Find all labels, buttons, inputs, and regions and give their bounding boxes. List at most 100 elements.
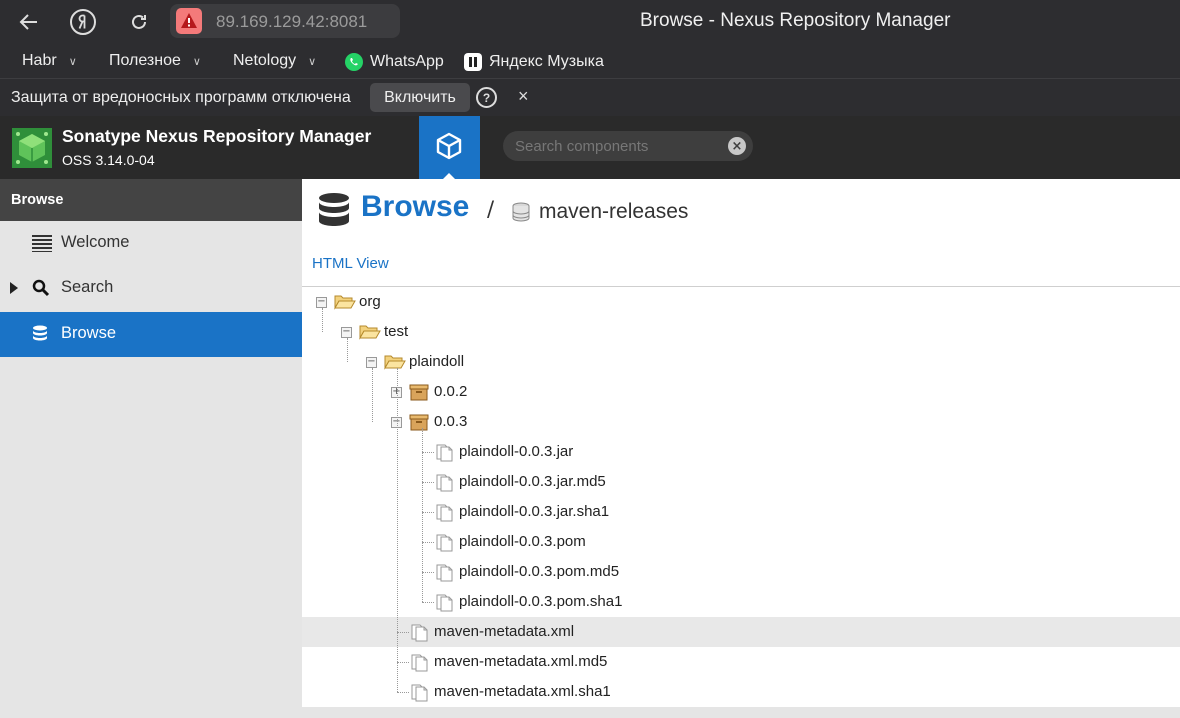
- back-arrow-icon[interactable]: [14, 7, 44, 37]
- chevron-down-icon: ∨: [192, 55, 201, 68]
- tree-connector: [422, 452, 434, 453]
- app-version: OSS 3.14.0-04: [62, 152, 155, 168]
- tree-node-label: org: [359, 293, 381, 310]
- bookmark-whatsapp[interactable]: WhatsApp: [344, 52, 444, 72]
- sidebar-item-browse[interactable]: Browse: [0, 312, 302, 357]
- collapse-node-icon[interactable]: −: [341, 327, 352, 338]
- tree-node[interactable]: plaindoll-0.0.3.jar: [302, 437, 1180, 467]
- collapse-node-icon[interactable]: −: [366, 357, 377, 368]
- help-icon[interactable]: ?: [476, 87, 497, 108]
- tree-node-label: 0.0.3: [434, 413, 468, 430]
- file-icon: [409, 624, 429, 646]
- tree-node-label: maven-metadata.xml.sha1: [434, 683, 611, 700]
- breadcrumb-browse[interactable]: Browse: [361, 190, 469, 224]
- tree-node-label: plaindoll-0.0.3.pom.md5: [459, 563, 620, 580]
- clear-search-icon[interactable]: ×: [728, 137, 746, 155]
- file-icon: [409, 684, 429, 706]
- expand-triangle-icon[interactable]: [10, 282, 18, 294]
- tree-node[interactable]: − test: [302, 317, 1180, 347]
- file-icon: [434, 594, 454, 616]
- tree-node-label: plaindoll: [409, 353, 465, 370]
- component-box-icon: [409, 384, 429, 405]
- tree-node-label: plaindoll-0.0.3.jar.sha1: [459, 503, 610, 520]
- cube-icon: [436, 132, 462, 160]
- tree-connector: [422, 512, 434, 513]
- search-components-box[interactable]: ×: [503, 131, 753, 161]
- folder-open-icon: [359, 324, 381, 344]
- tree-node-label: plaindoll-0.0.3.pom: [459, 533, 586, 550]
- nexus-logo-icon: [12, 128, 52, 168]
- bookmark-yandex-music[interactable]: Яндекс Музыка: [463, 52, 604, 72]
- tree-connector: [397, 368, 398, 692]
- database-icon: [33, 325, 47, 341]
- tree-node-label: plaindoll-0.0.3.jar.md5: [459, 473, 606, 490]
- enable-protection-button[interactable]: Включить: [370, 83, 470, 112]
- database-icon: [319, 193, 349, 226]
- tree-node-label: maven-metadata.xml.md5: [434, 653, 608, 670]
- repository-icon: [512, 202, 530, 222]
- bookmark-label: Полезное: [109, 52, 181, 69]
- sidebar-item-label: Browse: [61, 324, 117, 342]
- yandex-logo-icon[interactable]: [68, 7, 98, 37]
- tree-node[interactable]: maven-metadata.xml.md5: [302, 647, 1180, 677]
- tree-connector: [372, 368, 373, 422]
- bookmark-label: Netology: [233, 52, 297, 69]
- tree-node[interactable]: − org: [302, 287, 1180, 317]
- folder-open-icon: [384, 354, 406, 374]
- bookmark-poleznoe[interactable]: Полезное ∨: [109, 52, 201, 70]
- tree-node-label: plaindoll-0.0.3.jar: [459, 443, 574, 460]
- security-infobar: Защита от вредоносных программ отключена…: [0, 78, 1180, 116]
- tree-connector: [422, 602, 434, 603]
- tree-node[interactable]: +0.0.2: [302, 377, 1180, 407]
- tree-node-label: 0.0.2: [434, 383, 468, 400]
- tree-node[interactable]: plaindoll-0.0.3.jar.sha1: [302, 497, 1180, 527]
- component-box-icon: [409, 414, 429, 435]
- chevron-down-icon: ∨: [68, 55, 77, 68]
- address-bar[interactable]: 89.169.129.42:8081: [170, 4, 400, 38]
- sidebar-item-label: Search: [61, 278, 114, 296]
- sidebar-heading: Browse: [0, 179, 302, 221]
- tree-connector: [422, 542, 434, 543]
- browse-mode-button[interactable]: [419, 116, 480, 179]
- address-text[interactable]: 89.169.129.42:8081: [216, 12, 367, 32]
- bookmark-netology[interactable]: Netology ∨: [233, 52, 316, 70]
- tree-node[interactable]: plaindoll-0.0.3.pom.sha1: [302, 587, 1180, 617]
- html-view-link[interactable]: HTML View: [312, 255, 389, 272]
- breadcrumb-separator: /: [487, 197, 495, 221]
- list-icon: [32, 235, 52, 252]
- reload-icon[interactable]: [124, 7, 154, 37]
- tree-node-label: plaindoll-0.0.3.pom.sha1: [459, 593, 623, 610]
- tree-connector: [397, 662, 409, 663]
- bookmarks-bar: Habr ∨ Полезное ∨ Netology ∨ WhatsApp Яндек…: [0, 44, 1180, 78]
- bookmark-label: Яндекс Музыка: [489, 53, 604, 70]
- sidebar-item-welcome[interactable]: Welcome: [0, 221, 302, 266]
- collapse-node-icon[interactable]: −: [316, 297, 327, 308]
- infobar-message: Защита от вредоносных программ отключена: [11, 89, 351, 106]
- tree-connector: [422, 482, 434, 483]
- tree-node[interactable]: maven-metadata.xml: [302, 617, 1180, 647]
- tree-connector: [322, 308, 323, 332]
- file-icon: [434, 444, 454, 466]
- close-icon[interactable]: ×: [518, 86, 529, 107]
- tree-node[interactable]: maven-metadata.xml.sha1: [302, 677, 1180, 707]
- app-title: Sonatype Nexus Repository Manager: [62, 126, 372, 146]
- sidebar-item-label: Welcome: [61, 233, 130, 251]
- bookmark-habr[interactable]: Habr ∨: [22, 52, 77, 70]
- app-header: Sonatype Nexus Repository Manager OSS 3.…: [0, 116, 1180, 179]
- tree-connector: [397, 692, 409, 693]
- bookmark-label: Habr: [22, 52, 57, 69]
- not-secure-warning-icon[interactable]: [176, 8, 202, 34]
- search-components-input[interactable]: [515, 135, 715, 157]
- search-icon: [32, 279, 50, 297]
- tree-node[interactable]: − plaindoll: [302, 347, 1180, 377]
- window-title: Browse - Nexus Repository Manager: [640, 10, 951, 31]
- tree-node[interactable]: plaindoll-0.0.3.pom: [302, 527, 1180, 557]
- sidebar-item-search[interactable]: Search: [0, 266, 302, 311]
- tree-node-label: maven-metadata.xml: [434, 623, 575, 640]
- tree-connector: [347, 338, 348, 362]
- file-icon: [434, 474, 454, 496]
- tree-node[interactable]: plaindoll-0.0.3.jar.md5: [302, 467, 1180, 497]
- yandex-music-icon: [464, 53, 482, 71]
- tree-node[interactable]: plaindoll-0.0.3.pom.md5: [302, 557, 1180, 587]
- tree-node[interactable]: −0.0.3: [302, 407, 1180, 437]
